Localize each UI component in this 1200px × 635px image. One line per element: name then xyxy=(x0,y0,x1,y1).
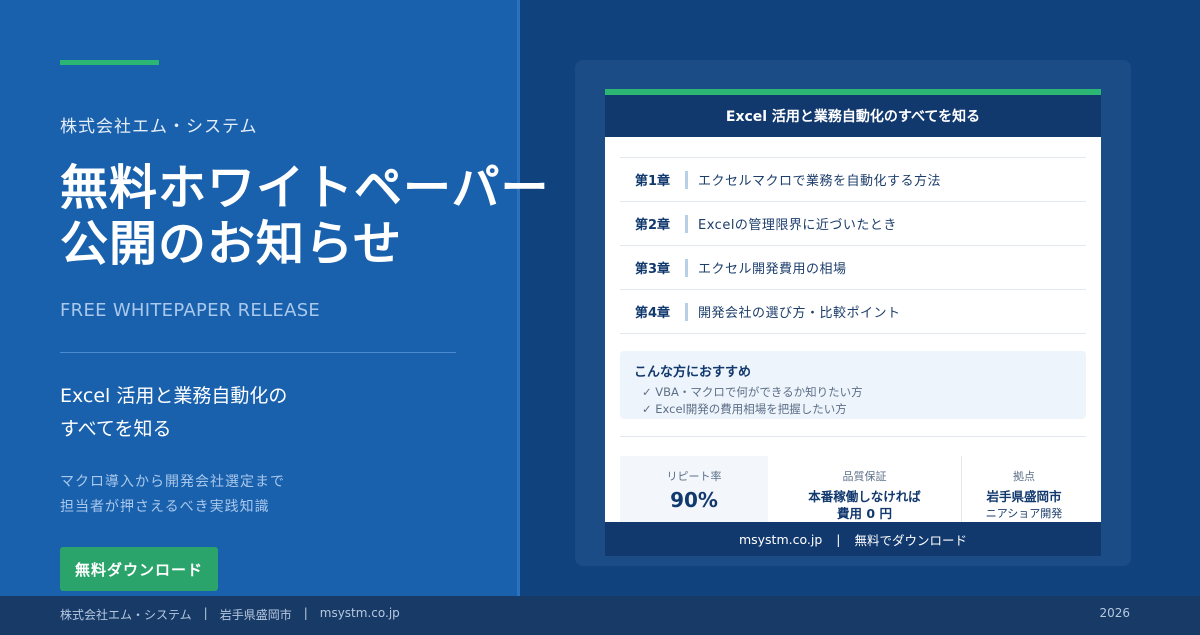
accent-bar xyxy=(60,60,159,65)
download-button[interactable]: 無料ダウンロード xyxy=(60,547,218,591)
main-title-line1: 無料ホワイトペーパー xyxy=(60,160,550,216)
chapter-title: エクセル開発費用の相場 xyxy=(698,262,847,277)
chapter-item: 第4章 開発会社の選び方・比較ポイント xyxy=(620,290,1086,334)
stat-value-line2: ニアショア開発 xyxy=(985,507,1063,520)
stat-value-line1: 岩手県盛岡市 xyxy=(986,489,1062,504)
footer-separator: | xyxy=(203,606,208,620)
left-divider xyxy=(60,352,456,353)
stat-value: 90% xyxy=(670,488,718,512)
company-name: 株式会社エム・システム xyxy=(60,117,258,137)
recommend-title: こんな方におすすめ xyxy=(634,365,752,380)
chapter-separator xyxy=(685,214,688,233)
card-footer: msystm.co.jp | 無料でダウンロード xyxy=(605,522,1101,556)
chapter-number: 第4章 xyxy=(635,306,671,321)
stat-label: 拠点 xyxy=(1013,470,1035,483)
chapter-number: 第1章 xyxy=(635,174,671,189)
hero-subdescription: マクロ導入から開発会社選定まで 担当者が押さえるべき実践知識 xyxy=(60,470,285,520)
recommend-item: ✓ VBA・マクロで何ができるか知りたい方 xyxy=(642,385,863,399)
footer-info: 株式会社エム・システム | 岩手県盛岡市 | msystm.co.jp xyxy=(60,606,400,623)
small-line1: マクロ導入から開発会社選定まで xyxy=(60,474,285,490)
chapter-item: 第1章 エクセルマクロで業務を自動化する方法 xyxy=(620,158,1086,202)
recommend-item: ✓ Excel開発の費用相場を把握したい方 xyxy=(642,402,847,416)
chapter-separator xyxy=(685,258,688,277)
card-header: Excel 活用と業務自動化のすべてを知る xyxy=(605,95,1101,137)
stat-value-line1: 本番稼働しなければ xyxy=(808,489,921,504)
main-title-line2: 公開のお知らせ xyxy=(60,216,403,272)
whitepaper-card: Excel 活用と業務自動化のすべてを知る 第1章 エクセルマクロで業務を自動化… xyxy=(605,89,1101,556)
small-line2: 担当者が押さえるべき実践知識 xyxy=(60,499,270,515)
chapter-number: 第3章 xyxy=(635,262,671,277)
chapter-list: 第1章 エクセルマクロで業務を自動化する方法 第2章 Excelの管理限界に近づ… xyxy=(620,157,1086,334)
stat-value-line2: 費用 0 円 xyxy=(837,506,892,521)
desc-line2: すべてを知る xyxy=(60,418,172,440)
stat-label: リピート率 xyxy=(666,470,722,483)
main-title: 無料ホワイトペーパー 公開のお知らせ xyxy=(60,160,600,272)
chapter-separator xyxy=(685,302,688,321)
hero-description: Excel 活用と業務自動化の すべてを知る xyxy=(60,380,287,446)
chapter-title: 開発会社の選び方・比較ポイント xyxy=(698,306,901,321)
page-footer: 株式会社エム・システム | 岩手県盛岡市 | msystm.co.jp 2026 xyxy=(0,596,1200,635)
chapter-item: 第3章 エクセル開発費用の相場 xyxy=(620,246,1086,290)
footer-year: 2026 xyxy=(1099,606,1130,620)
desc-line1: Excel 活用と業務自動化の xyxy=(60,385,288,407)
card-footer-cta[interactable]: 無料でダウンロード xyxy=(855,530,968,549)
subtitle-english: FREE WHITEPAPER RELEASE xyxy=(60,300,321,321)
chapter-separator xyxy=(685,170,688,189)
card-footer-site[interactable]: msystm.co.jp xyxy=(739,532,822,547)
stat-label: 品質保証 xyxy=(842,470,887,483)
chapter-title: エクセルマクロで業務を自動化する方法 xyxy=(698,174,942,189)
recommend-box: こんな方におすすめ ✓ VBA・マクロで何ができるか知りたい方 ✓ Excel開… xyxy=(620,351,1086,419)
card-divider xyxy=(620,436,1086,437)
chapter-title: Excelの管理限界に近づいたとき xyxy=(698,218,897,233)
chapter-item: 第2章 Excelの管理限界に近づいたとき xyxy=(620,202,1086,246)
chapter-number: 第2章 xyxy=(635,218,671,233)
footer-separator: | xyxy=(303,606,308,620)
card-footer-separator: | xyxy=(836,531,841,547)
footer-company: 株式会社エム・システム xyxy=(60,608,192,622)
footer-location: 岩手県盛岡市 xyxy=(219,608,292,622)
footer-site-link[interactable]: msystm.co.jp xyxy=(320,606,400,623)
